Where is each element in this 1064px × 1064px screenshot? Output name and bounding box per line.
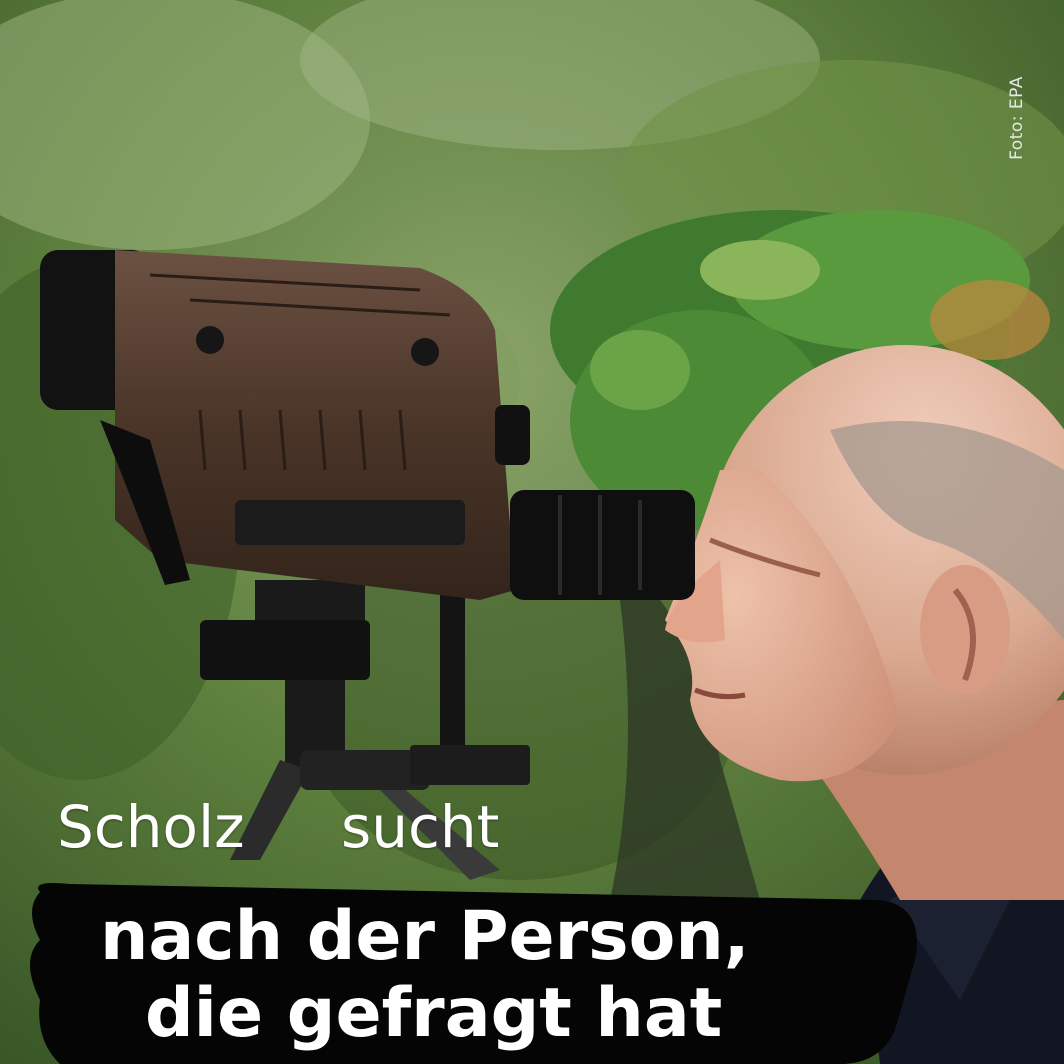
caption-word-scholz: Scholz — [57, 793, 245, 861]
caption-line-1: nach der Person, — [100, 897, 750, 976]
caption-line-2: die gefragt hat — [145, 974, 723, 1053]
caption-word-sucht: sucht — [341, 793, 500, 861]
photo-credit: Foto: EPA — [1007, 76, 1027, 160]
meme-image: Foto: EPA Scholz sucht nach der Person, … — [0, 0, 1064, 1064]
